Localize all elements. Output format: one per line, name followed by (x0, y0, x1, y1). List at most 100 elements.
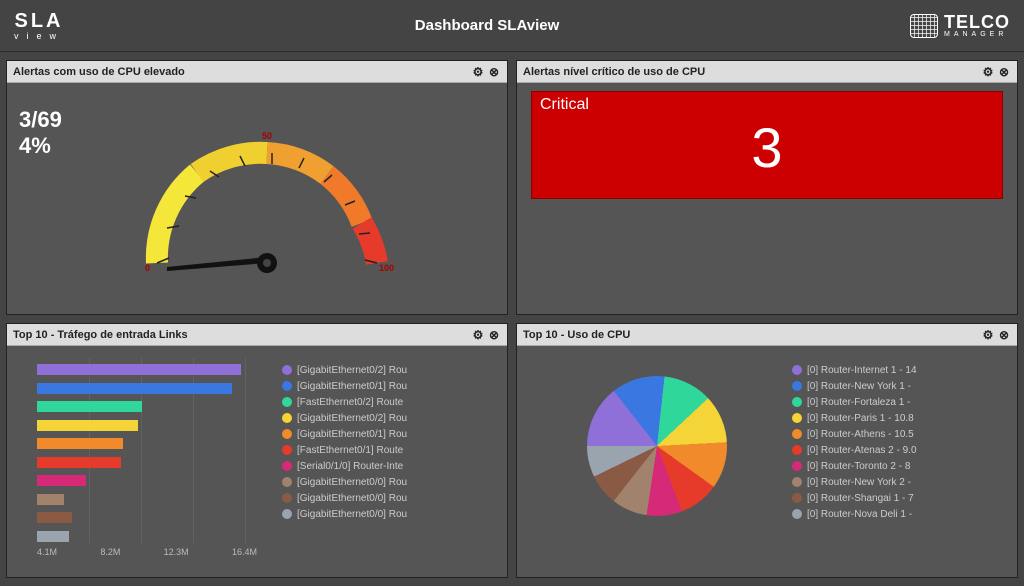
legend-item[interactable]: [GigabitEthernet0/2] Rou (282, 362, 501, 378)
legend-item[interactable]: [FastEthernet0/1] Route (282, 442, 501, 458)
legend-label: [0] Router-Atenas 2 - 9.0 (807, 445, 917, 456)
bar-row (37, 492, 257, 507)
gear-icon[interactable]: ⚙ (981, 328, 995, 342)
gauge-max: 100 (379, 263, 394, 273)
panel-traffic: Top 10 - Tráfego de entrada Links ⚙ ⊗ 4.… (6, 323, 508, 578)
critical-label: Critical (532, 92, 1002, 118)
legend-label: [GigabitEthernet0/1] Rou (297, 381, 407, 392)
panel-title: Top 10 - Tráfego de entrada Links (13, 329, 188, 341)
panel-cpu-pie: Top 10 - Uso de CPU ⚙ ⊗ [0] Router-Inter… (516, 323, 1018, 578)
gear-icon[interactable]: ⚙ (981, 65, 995, 79)
bar-row (37, 399, 257, 414)
legend-item[interactable]: [0] Router-Nova Deli 1 - (792, 506, 1011, 522)
legend-dot-icon (792, 381, 802, 391)
legend-dot-icon (282, 477, 292, 487)
legend-item[interactable]: [0] Router-Atenas 2 - 9.0 (792, 442, 1011, 458)
legend-item[interactable]: [0] Router-Paris 1 - 10.8 (792, 410, 1011, 426)
legend-label: [GigabitEthernet0/0] Rou (297, 477, 407, 488)
legend-label: [0] Router-Fortaleza 1 - (807, 397, 910, 408)
legend-label: [FastEthernet0/2] Route (297, 397, 403, 408)
legend-dot-icon (792, 477, 802, 487)
legend-label: [0] Router-Athens - 10.5 (807, 429, 914, 440)
legend-dot-icon (282, 429, 292, 439)
legend-dot-icon (792, 445, 802, 455)
legend-item[interactable]: [Serial0/1/0] Router-Inte (282, 458, 501, 474)
gauge-stats: 3/69 4% (19, 107, 62, 160)
gauge-min: 0 (145, 263, 150, 273)
legend-item[interactable]: [0] Router-Athens - 10.5 (792, 426, 1011, 442)
legend-label: [0] Router-New York 2 - (807, 477, 911, 488)
legend-dot-icon (282, 381, 292, 391)
legend-item[interactable]: [GigabitEthernet0/0] Rou (282, 474, 501, 490)
legend-item[interactable]: [0] Router-New York 1 - (792, 378, 1011, 394)
critical-value: 3 (532, 118, 1002, 178)
pie-chart (587, 376, 727, 516)
gear-icon[interactable]: ⚙ (471, 65, 485, 79)
gauge-mid: 50 (262, 131, 272, 141)
legend-dot-icon (282, 445, 292, 455)
critical-box: Critical 3 (531, 91, 1003, 199)
legend-item[interactable]: [0] Router-Toronto 2 - 8 (792, 458, 1011, 474)
panel-header: Alertas nível crítico de uso de CPU ⚙ ⊗ (517, 61, 1017, 83)
gauge-chart: 0 50 100 (127, 103, 407, 303)
legend-dot-icon (792, 365, 802, 375)
bar-row (37, 529, 257, 544)
bar-chart (37, 362, 257, 547)
panel-cpu-gauge: Alertas com uso de CPU elevado ⚙ ⊗ 3/69 … (6, 60, 508, 315)
panel-critical: Alertas nível crítico de uso de CPU ⚙ ⊗ … (516, 60, 1018, 315)
legend-label: [GigabitEthernet0/2] Rou (297, 365, 407, 376)
panel-title: Alertas com uso de CPU elevado (13, 66, 185, 78)
legend-dot-icon (792, 429, 802, 439)
cpu-legend: [0] Router-Internet 1 - 14 [0] Router-New… (792, 362, 1011, 522)
legend-dot-icon (282, 493, 292, 503)
page-title: Dashboard SLAview (415, 17, 559, 34)
legend-label: [0] Router-Nova Deli 1 - (807, 509, 912, 520)
legend-item[interactable]: [GigabitEthernet0/0] Rou (282, 490, 501, 506)
gauge-percent: 4% (19, 133, 62, 159)
legend-label: [GigabitEthernet0/2] Rou (297, 413, 407, 424)
legend-item[interactable]: [GigabitEthernet0/2] Rou (282, 410, 501, 426)
legend-item[interactable]: [0] Router-New York 2 - (792, 474, 1011, 490)
panel-title: Alertas nível crítico de uso de CPU (523, 66, 705, 78)
legend-label: [GigabitEthernet0/0] Rou (297, 493, 407, 504)
gear-icon[interactable]: ⚙ (471, 328, 485, 342)
legend-label: [Serial0/1/0] Router-Inte (297, 461, 403, 472)
close-icon[interactable]: ⊗ (997, 65, 1011, 79)
bar-axis: 4.1M 8.2M 12.3M 16.4M (37, 547, 257, 557)
legend-item[interactable]: [0] Router-Internet 1 - 14 (792, 362, 1011, 378)
legend-dot-icon (282, 509, 292, 519)
legend-dot-icon (282, 397, 292, 407)
legend-dot-icon (792, 397, 802, 407)
legend-label: [0] Router-Internet 1 - 14 (807, 365, 917, 376)
legend-dot-icon (792, 493, 802, 503)
close-icon[interactable]: ⊗ (997, 328, 1011, 342)
close-icon[interactable]: ⊗ (487, 328, 501, 342)
bar-row (37, 510, 257, 525)
legend-label: [FastEthernet0/1] Route (297, 445, 403, 456)
brand-logo: TELCO MANAGER (910, 13, 1010, 38)
bar-row (37, 455, 257, 470)
bar-row (37, 473, 257, 488)
legend-dot-icon (792, 509, 802, 519)
bar-row (37, 418, 257, 433)
legend-dot-icon (282, 413, 292, 423)
legend-dot-icon (282, 365, 292, 375)
traffic-legend: [GigabitEthernet0/2] Rou [GigabitEthernet… (282, 362, 501, 522)
legend-item[interactable]: [GigabitEthernet0/1] Rou (282, 426, 501, 442)
legend-dot-icon (792, 461, 802, 471)
legend-item[interactable]: [0] Router-Shangai 1 - 7 (792, 490, 1011, 506)
close-icon[interactable]: ⊗ (487, 65, 501, 79)
legend-label: [0] Router-Toronto 2 - 8 (807, 461, 910, 472)
legend-item[interactable]: [GigabitEthernet0/0] Rou (282, 506, 501, 522)
panel-title: Top 10 - Uso de CPU (523, 329, 630, 341)
bar-row (37, 436, 257, 451)
legend-dot-icon (282, 461, 292, 471)
legend-label: [GigabitEthernet0/1] Rou (297, 429, 407, 440)
app-header: SLA view Dashboard SLAview TELCO MANAGER (0, 0, 1024, 52)
legend-dot-icon (792, 413, 802, 423)
legend-item[interactable]: [FastEthernet0/2] Route (282, 394, 501, 410)
panel-header: Top 10 - Tráfego de entrada Links ⚙ ⊗ (7, 324, 507, 346)
bar-row (37, 362, 257, 377)
legend-item[interactable]: [0] Router-Fortaleza 1 - (792, 394, 1011, 410)
legend-item[interactable]: [GigabitEthernet0/1] Rou (282, 378, 501, 394)
